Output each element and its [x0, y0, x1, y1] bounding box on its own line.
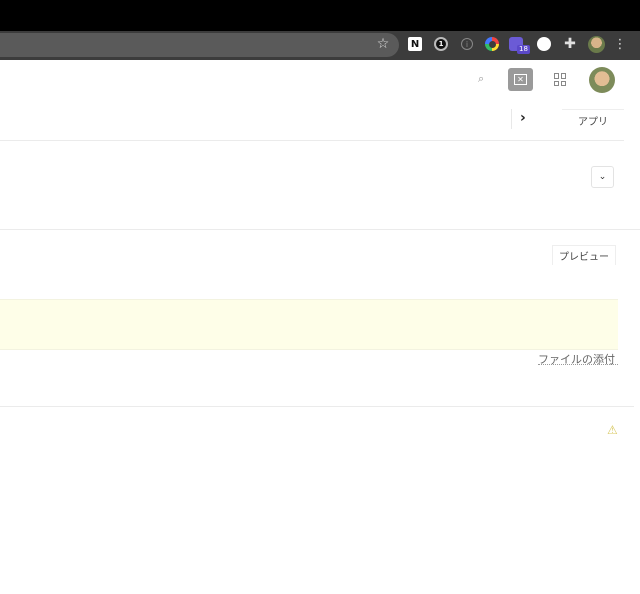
chevron-down-icon[interactable]: ⌄ — [591, 166, 614, 188]
color-extension-icon[interactable] — [484, 35, 500, 53]
profile-avatar-icon[interactable] — [587, 35, 605, 53]
app-grid-icon[interactable] — [554, 73, 567, 86]
feedback-icon: ✕ — [514, 74, 527, 85]
info-extension-icon[interactable]: i — [459, 35, 475, 53]
comment-editor[interactable] — [0, 299, 618, 350]
chevron-right-icon[interactable]: › — [520, 110, 534, 128]
warning-icon: ⚠ — [607, 423, 618, 437]
divider — [0, 140, 624, 141]
search-icon[interactable]: ⌕ — [478, 72, 492, 86]
address-bar[interactable] — [0, 33, 399, 57]
subnav-divider — [511, 109, 512, 129]
feedback-button[interactable]: ✕ — [508, 68, 533, 91]
badge-extension-icon[interactable]: 18 — [509, 35, 531, 54]
user-avatar[interactable] — [589, 67, 615, 93]
notion-extension-icon[interactable]: N — [407, 35, 423, 53]
github-icon[interactable] — [536, 35, 552, 53]
browser-menu-icon[interactable]: ⋮ — [614, 35, 627, 53]
divider — [0, 229, 640, 230]
attach-file-link[interactable]: ファイルの添付 — [538, 351, 618, 366]
1password-extension-icon[interactable]: 1 — [433, 35, 449, 53]
extension-badge-count: 18 — [517, 45, 530, 54]
divider — [0, 406, 634, 407]
preview-tab[interactable]: プレビュー — [552, 245, 616, 265]
bookmark-star-icon[interactable]: ☆ — [375, 35, 391, 53]
puzzle-icon[interactable]: ✚ — [562, 35, 578, 53]
apps-button[interactable]: アプリ — [562, 109, 624, 130]
browser-tabstrip — [0, 0, 640, 31]
